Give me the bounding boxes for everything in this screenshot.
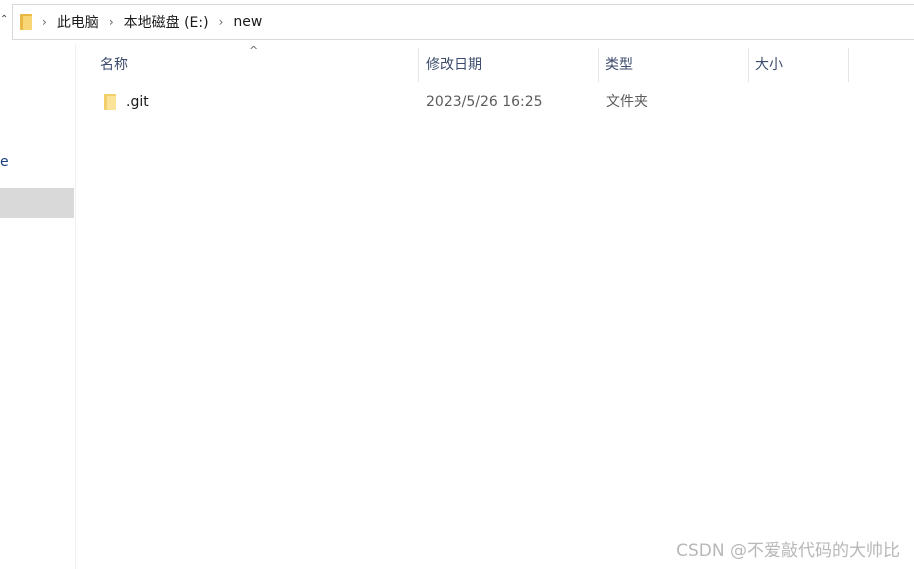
folder-icon <box>104 94 116 110</box>
watermark: CSDN @不爱敲代码的大帅比 <box>676 541 900 561</box>
column-divider[interactable] <box>418 48 419 82</box>
column-divider[interactable] <box>598 48 599 82</box>
scroll-up-icon[interactable]: ⌃ <box>0 14 8 25</box>
breadcrumb-current-folder[interactable]: new <box>233 14 262 30</box>
chevron-right-icon[interactable]: › <box>42 16 47 28</box>
file-type: 文件夹 <box>606 94 648 110</box>
column-header-type[interactable]: 类型 <box>605 50 633 80</box>
nav-item-selected[interactable] <box>0 188 74 218</box>
chevron-right-icon[interactable]: › <box>219 16 224 28</box>
column-divider[interactable] <box>848 48 849 82</box>
column-header-modified[interactable]: 修改日期 <box>426 50 482 80</box>
file-modified: 2023/5/26 16:25 <box>426 94 543 110</box>
column-header-size[interactable]: 大小 <box>755 50 783 80</box>
file-row[interactable]: .git 2023/5/26 16:25 文件夹 <box>77 89 837 115</box>
navigation-pane: e <box>0 44 76 569</box>
sort-ascending-icon: ^ <box>249 44 259 57</box>
column-header-name[interactable]: 名称 <box>100 50 128 80</box>
file-list: ^ 名称 修改日期 类型 大小 .git 2023/5/26 16:25 文件夹 <box>77 44 914 569</box>
nav-item-partial[interactable]: e <box>0 154 9 170</box>
folder-icon <box>20 14 32 30</box>
address-box[interactable]: › 此电脑 › 本地磁盘 (E:) › new <box>12 4 914 40</box>
chevron-right-icon[interactable]: › <box>109 16 114 28</box>
file-name[interactable]: .git <box>126 89 149 115</box>
address-bar: ⌃ › 此电脑 › 本地磁盘 (E:) › new <box>0 0 914 44</box>
breadcrumb-this-pc[interactable]: 此电脑 <box>57 12 99 32</box>
column-divider[interactable] <box>748 48 749 82</box>
breadcrumb-local-disk[interactable]: 本地磁盘 (E:) <box>124 12 209 32</box>
